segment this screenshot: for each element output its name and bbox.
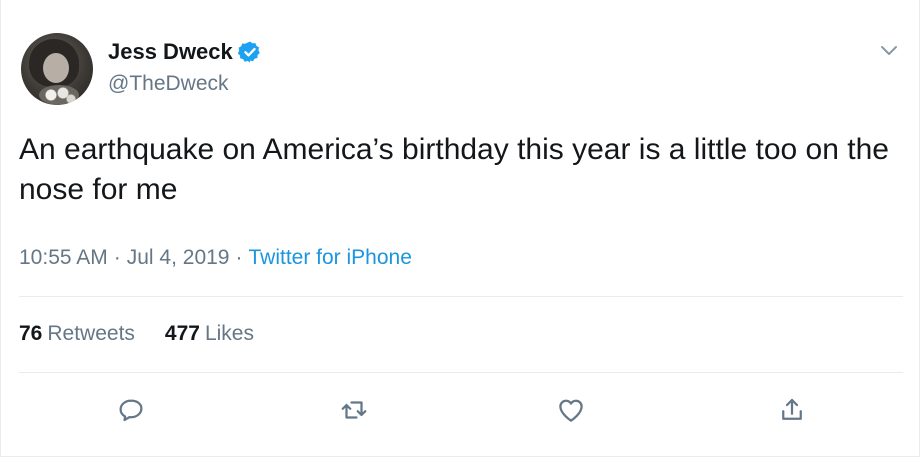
retweets-stat[interactable]: 76 Retweets bbox=[19, 320, 135, 348]
handle[interactable]: @TheDweck bbox=[108, 70, 229, 98]
tweet-meta: 10:55 AM · Jul 4, 2019 · Twitter for iPhone bbox=[19, 244, 412, 272]
reply-icon[interactable] bbox=[116, 395, 146, 425]
author-name-row[interactable]: Jess Dweck bbox=[108, 38, 262, 66]
likes-label: Likes bbox=[204, 322, 254, 345]
divider bbox=[19, 296, 903, 297]
chevron-down-icon[interactable] bbox=[877, 38, 901, 62]
avatar[interactable] bbox=[21, 33, 93, 105]
retweets-label: Retweets bbox=[47, 322, 135, 345]
tweet-time[interactable]: 10:55 AM bbox=[19, 246, 108, 269]
meta-separator: · bbox=[113, 246, 121, 269]
meta-separator: · bbox=[235, 246, 243, 269]
share-icon[interactable] bbox=[777, 395, 807, 425]
likes-count: 477 bbox=[164, 322, 200, 345]
display-name[interactable]: Jess Dweck bbox=[108, 38, 233, 66]
divider bbox=[19, 372, 903, 373]
tweet-date[interactable]: Jul 4, 2019 bbox=[127, 246, 230, 269]
tweet-source-link[interactable]: Twitter for iPhone bbox=[248, 246, 411, 269]
retweet-icon[interactable] bbox=[339, 395, 369, 425]
tweet-stats: 76 Retweets 477 Likes bbox=[19, 320, 284, 348]
retweets-count: 76 bbox=[19, 322, 43, 345]
likes-stat[interactable]: 477 Likes bbox=[165, 320, 254, 348]
verified-badge-icon bbox=[237, 41, 260, 63]
like-icon[interactable] bbox=[556, 395, 586, 425]
tweet-text: An earthquake on America’s birthday this… bbox=[19, 133, 889, 206]
tweet-card: Jess Dweck @TheDweck An earthquake on Am… bbox=[0, 0, 920, 457]
avatar-face bbox=[43, 53, 69, 83]
avatar-flowers bbox=[39, 85, 79, 105]
